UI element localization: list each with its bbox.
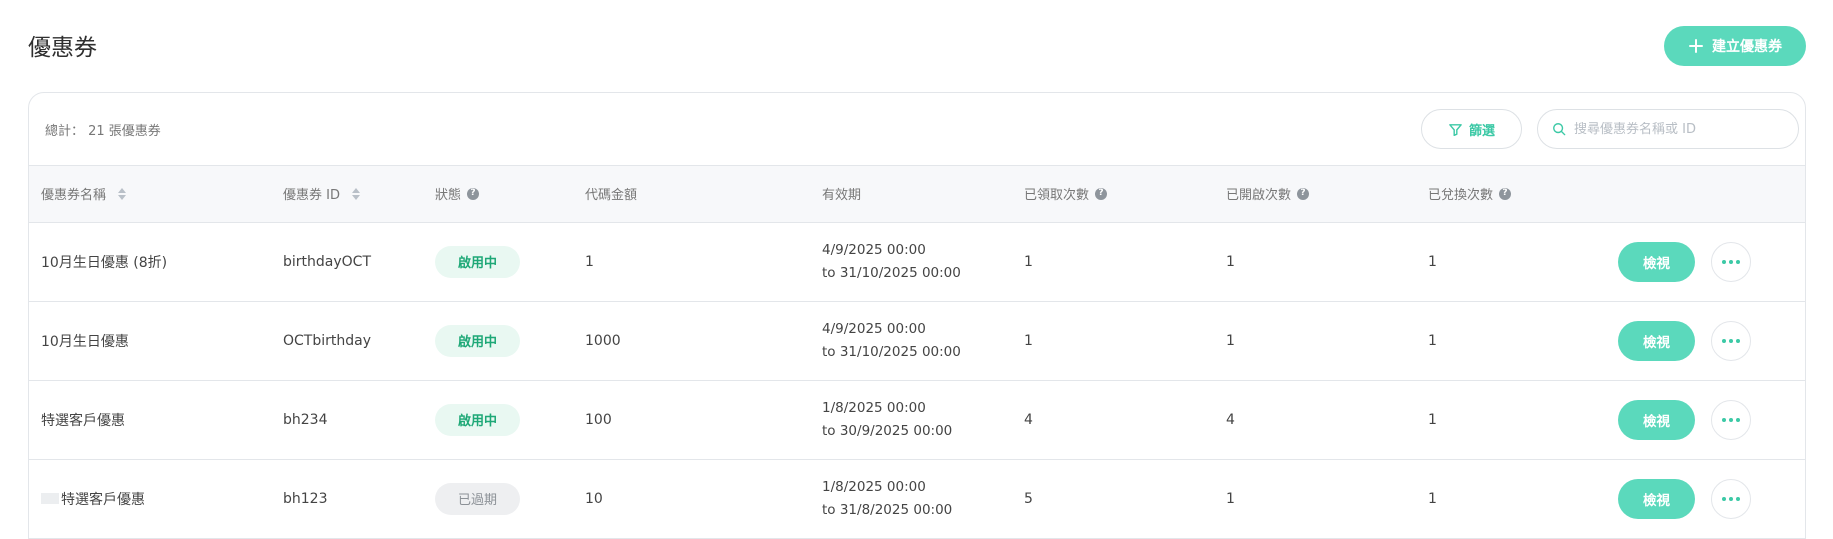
sort-icon[interactable] (118, 187, 127, 200)
question-circle-icon[interactable]: ? (1095, 187, 1108, 200)
question-circle-icon[interactable]: ? (467, 187, 480, 200)
redeemed-count: 1 (1428, 253, 1437, 270)
column-header-status: 狀態? (423, 166, 573, 222)
table-row: 10月生日優惠 (8折) birthdayOCT 啟用中 1 4/9/2025 … (29, 222, 1805, 301)
coupon-thumbnail (41, 493, 59, 504)
validity-period: 1/8/2025 00:00 to 30/9/2025 00:00 (822, 399, 953, 439)
column-header-id[interactable]: 優惠券 ID (271, 166, 423, 222)
view-button[interactable]: 檢視 (1618, 241, 1695, 282)
column-header-name[interactable]: 優惠券名稱 (29, 166, 271, 222)
coupon-amount: 1000 (585, 332, 621, 349)
coupon-id: birthdayOCT (283, 253, 371, 270)
funnel-icon (1449, 123, 1462, 136)
question-circle-icon[interactable]: ? (1499, 187, 1512, 200)
coupon-name: 10月生日優惠 (41, 333, 129, 350)
search-icon (1553, 123, 1566, 136)
table-row: 特選客戶優惠 bh123 已過期 10 1/8/2025 00:00 to 31/… (29, 459, 1805, 538)
view-button[interactable]: 檢視 (1618, 320, 1695, 361)
status-badge: 已過期 (435, 482, 520, 515)
more-dots-icon[interactable] (1711, 320, 1751, 361)
create-coupon-label: 建立優惠券 (1712, 39, 1782, 55)
view-button[interactable]: 檢視 (1618, 399, 1695, 440)
coupon-table-card: 總計： 21 張優惠券 篩選 優惠券名稱 優惠券 ID 狀態? 代碼金額 (28, 92, 1806, 539)
coupon-id: OCTbirthday (283, 332, 371, 349)
coupon-amount: 100 (585, 411, 612, 428)
coupon-amount: 1 (585, 253, 594, 270)
redeemed-count: 1 (1428, 411, 1437, 428)
view-button[interactable]: 檢視 (1618, 478, 1695, 519)
filter-label: 篩選 (1468, 123, 1495, 139)
column-header-opened: 已開啟次數? (1214, 166, 1416, 222)
coupon-amount: 10 (585, 490, 603, 507)
sort-icon[interactable] (351, 187, 360, 200)
more-dots-icon[interactable] (1711, 478, 1751, 519)
validity-period: 4/9/2025 00:00 to 31/10/2025 00:00 (822, 241, 961, 281)
claimed-count: 1 (1024, 332, 1033, 349)
column-header-amount: 代碼金額 (585, 188, 638, 204)
coupon-name: 10月生日優惠 (8折) (41, 254, 168, 271)
question-circle-icon[interactable]: ? (1297, 187, 1310, 200)
opened-count: 1 (1226, 253, 1235, 270)
more-dots-icon[interactable] (1711, 399, 1751, 440)
status-badge: 啟用中 (435, 245, 520, 278)
claimed-count: 4 (1024, 411, 1033, 428)
column-header-redeemed: 已兌換次數? (1416, 166, 1606, 222)
status-badge: 啟用中 (435, 324, 520, 357)
claimed-count: 1 (1024, 253, 1033, 270)
opened-count: 4 (1226, 411, 1235, 428)
column-header-claimed: 已領取次數? (1012, 166, 1214, 222)
coupon-page: 優惠券 建立優惠券 總計： 21 張優惠券 篩選 優惠券名稱 (0, 0, 1833, 539)
coupon-table: 優惠券名稱 優惠券 ID 狀態? 代碼金額 有效期 已領取次數? 已開啟次數? … (29, 166, 1805, 539)
coupon-id: bh123 (283, 490, 328, 507)
table-row: 特選客戶優惠 bh234 啟用中 100 1/8/2025 00:00 to 30… (29, 380, 1805, 459)
opened-count: 1 (1226, 332, 1235, 349)
claimed-count: 5 (1024, 490, 1033, 507)
total-count: 總計： 21 張優惠券 (45, 124, 161, 139)
coupon-name: 特選客戶優惠 (41, 412, 125, 429)
search-box[interactable] (1537, 109, 1799, 149)
column-header-validity: 有效期 (822, 188, 862, 204)
table-toolbar: 總計： 21 張優惠券 篩選 (29, 93, 1805, 166)
table-header-row: 優惠券名稱 優惠券 ID 狀態? 代碼金額 有效期 已領取次數? 已開啟次數? … (29, 166, 1805, 222)
page-title: 優惠券 (28, 35, 97, 61)
search-input[interactable] (1574, 121, 1794, 137)
table-row: 10月生日優惠 OCTbirthday 啟用中 1000 4/9/2025 00… (29, 301, 1805, 380)
redeemed-count: 1 (1428, 332, 1437, 349)
validity-period: 4/9/2025 00:00 to 31/10/2025 00:00 (822, 320, 961, 360)
status-badge: 啟用中 (435, 403, 520, 436)
filter-button[interactable]: 篩選 (1421, 109, 1522, 149)
redeemed-count: 1 (1428, 490, 1437, 507)
opened-count: 1 (1226, 490, 1235, 507)
coupon-id: bh234 (283, 411, 328, 428)
validity-period: 1/8/2025 00:00 to 31/8/2025 00:00 (822, 478, 953, 518)
coupon-name: 特選客戶優惠 (61, 491, 145, 508)
create-coupon-button[interactable]: 建立優惠券 (1664, 26, 1806, 66)
plus-icon (1689, 39, 1703, 53)
column-header-actions (1606, 166, 1805, 222)
more-dots-icon[interactable] (1711, 241, 1751, 282)
